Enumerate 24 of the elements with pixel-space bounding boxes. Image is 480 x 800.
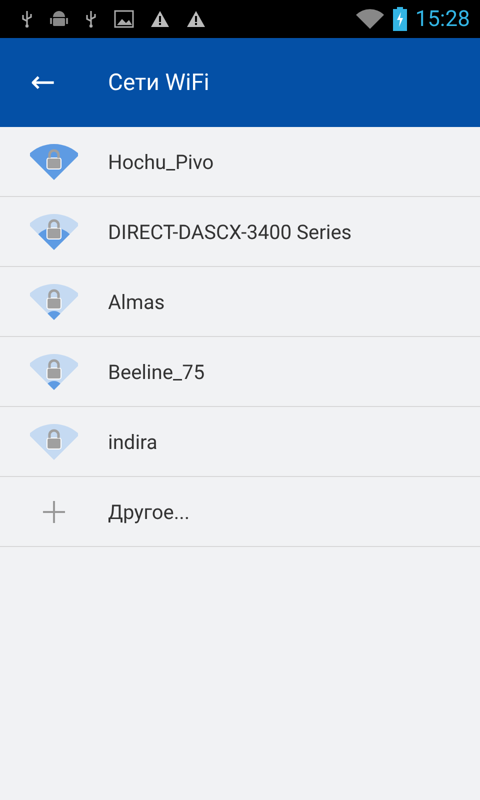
network-item[interactable]: Beeline_75	[0, 337, 480, 407]
usb-icon	[84, 10, 98, 28]
plus-icon	[43, 500, 65, 522]
network-name: DIRECT-DASCX-3400 Series	[108, 220, 352, 244]
network-item[interactable]: Другое...	[0, 477, 480, 547]
network-item[interactable]: Hochu_Pivo	[0, 127, 480, 197]
image-icon	[114, 10, 134, 28]
network-name: indira	[108, 430, 158, 454]
network-item[interactable]: DIRECT-DASCX-3400 Series	[0, 197, 480, 267]
network-item[interactable]: indira	[0, 407, 480, 477]
network-name: Другое...	[108, 500, 190, 524]
screen-title: Сети WiFi	[108, 69, 210, 96]
warning-icon	[186, 10, 206, 28]
network-name: Beeline_75	[108, 360, 205, 384]
network-item[interactable]: Almas	[0, 267, 480, 337]
network-name: Hochu_Pivo	[108, 150, 214, 174]
wifi-icon	[355, 8, 386, 30]
network-name: Almas	[108, 290, 165, 314]
clock-time: 15:28	[415, 6, 470, 32]
robot-icon	[50, 9, 68, 29]
warning-icon	[150, 10, 170, 28]
battery-icon	[393, 7, 408, 31]
back-button[interactable]: ←	[8, 65, 78, 100]
usb-icon	[20, 10, 34, 28]
